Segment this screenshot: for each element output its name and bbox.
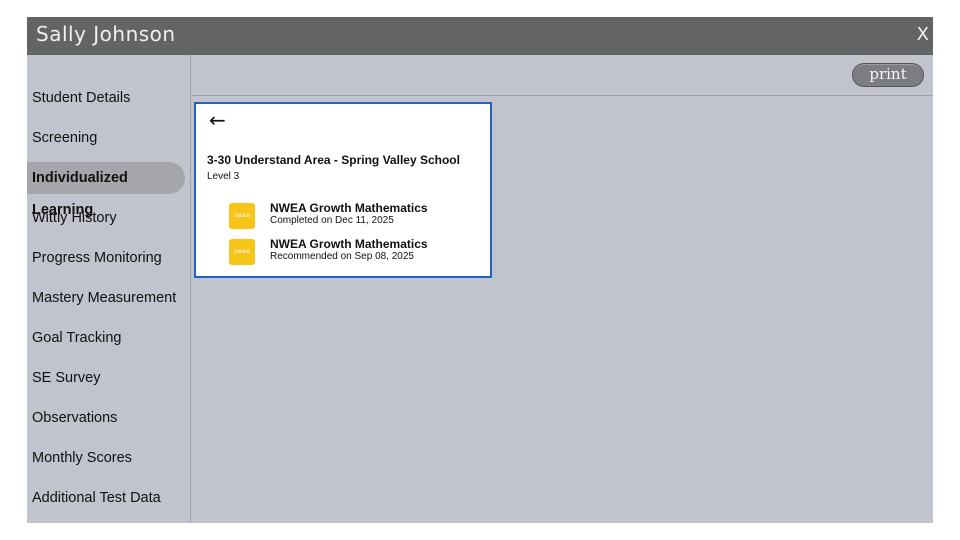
assessment-date: Completed on Dec 11, 2025 <box>270 215 394 226</box>
sidebar-item-screening[interactable]: Screening <box>27 122 185 154</box>
sidebar-item-individualized-learning[interactable]: Individualized Learning <box>27 162 185 218</box>
sidebar-item-mastery-measurement[interactable]: Mastery Measurement <box>27 282 185 314</box>
sidebar-item-goal-tracking[interactable]: Goal Tracking <box>27 322 185 354</box>
sidebar-item-additional-test-data[interactable]: Additional Test Data <box>27 482 185 514</box>
window-title: Sally Johnson <box>36 22 176 46</box>
student-window: Sally Johnson X Student Details Screenin… <box>27 17 933 523</box>
title-bar: Sally Johnson X <box>27 17 933 55</box>
sidebar-item-observations[interactable]: Observations <box>27 402 185 434</box>
lesson-card: ← 3-30 Understand Area - Spring Valley S… <box>194 102 492 278</box>
toolbar-divider <box>191 95 933 96</box>
nwea-logo-icon: nwea <box>229 239 255 265</box>
nwea-logo-icon: nwea <box>229 203 255 229</box>
sidebar-item-wittly-history[interactable]: Wittly History <box>27 202 185 234</box>
assessment-date: Recommended on Sep 08, 2025 <box>270 251 414 262</box>
lesson-level: Level 3 <box>207 171 240 182</box>
lesson-heading: 3-30 Understand Area - Spring Valley Sch… <box>207 153 460 167</box>
sidebar-item-monthly-scores[interactable]: Monthly Scores <box>27 442 185 474</box>
main-content: print ← 3-30 Understand Area - Spring Va… <box>191 55 933 523</box>
assessment-name: NWEA Growth Mathematics <box>270 237 428 251</box>
print-button[interactable]: print <box>852 63 924 87</box>
sidebar-item-se-survey[interactable]: SE Survey <box>27 362 185 394</box>
sidebar-nav: Student Details Screening Individualized… <box>27 55 191 523</box>
assessment-item[interactable]: nwea NWEA Growth Mathematics Completed o… <box>229 201 479 231</box>
sidebar-item-progress-monitoring[interactable]: Progress Monitoring <box>27 242 185 274</box>
close-button[interactable]: X <box>917 24 929 45</box>
assessment-item[interactable]: nwea NWEA Growth Mathematics Recommended… <box>229 237 479 267</box>
assessment-name: NWEA Growth Mathematics <box>270 201 428 215</box>
sidebar-item-student-details[interactable]: Student Details <box>27 82 185 114</box>
back-arrow-icon[interactable]: ← <box>209 108 226 132</box>
